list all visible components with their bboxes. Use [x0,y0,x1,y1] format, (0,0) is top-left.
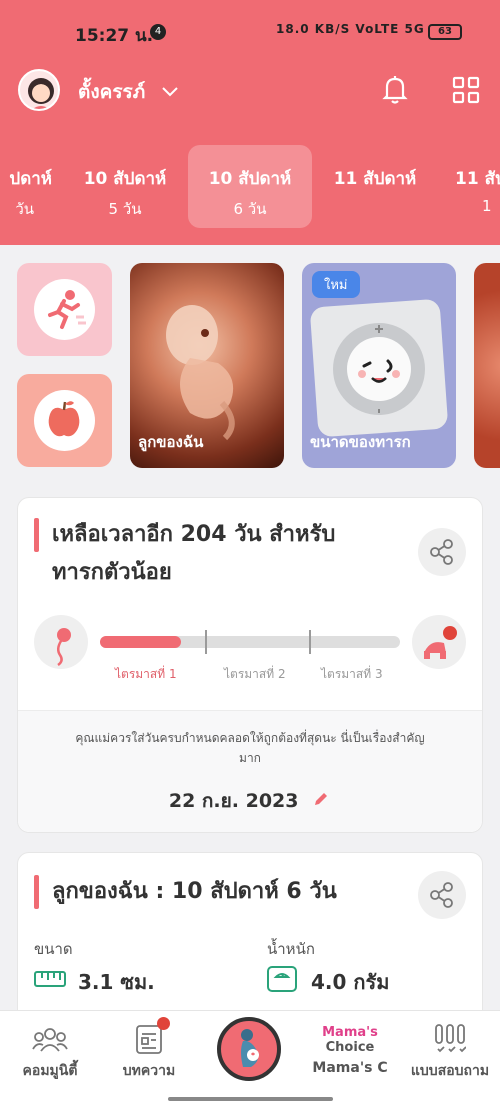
quiz-icon [435,1024,466,1053]
bell-icon[interactable] [378,72,412,106]
status-indicators: 18.0 KB/S VoLTE 5G [276,22,425,36]
pregnant-mother-icon [241,1029,259,1067]
week-tab-label: 10 สัปดาห์ [83,169,167,189]
community-icon [32,1028,68,1052]
share-icon[interactable] [418,528,466,576]
nav-quiz[interactable]: แบบสอบถาม [400,1011,500,1091]
exercise-tile[interactable] [17,263,112,356]
my-baby-label: ลูกของฉัน [138,433,204,451]
countdown-title: เหลือเวลาอีก 204 วัน สำหรับ ทารกตัวน้อย [52,518,335,590]
nav-mamas-choice[interactable]: Mama's Choice Mama's C [300,1011,400,1091]
nutrition-circle [34,390,95,451]
pregnancy-home-button[interactable] [217,1017,281,1081]
trimester-divider [205,630,207,654]
mamas-choice-logo: Mama's Choice [300,1025,400,1055]
unread-dot [157,1017,170,1030]
grid-menu-icon[interactable] [452,76,480,104]
trimester-divider [309,630,311,654]
week-tab[interactable]: ปดาห์ วัน [0,145,62,228]
trimester-1-label: ไตรมาสที่ 1 [115,667,177,681]
card-accent [34,875,39,909]
nav-mamas-choice-label: Mama's C [312,1060,388,1076]
baby-size-tile[interactable]: ใหม่ ขนาดของทารก [302,263,456,468]
pregnancy-progress-bar [100,630,400,654]
pencil-icon[interactable] [311,789,331,814]
running-icon [48,290,86,329]
my-baby-tile[interactable]: ลูกของฉัน [130,263,284,468]
sperm-icon [34,615,88,669]
trimester-3-label: ไตรมาสที่ 3 [321,667,383,681]
new-badge: ใหม่ [312,271,360,298]
baby-info-card: ลูกของฉัน : 10 สัปดาห์ 6 วัน [17,852,483,1032]
status-bar: 15:27 น. 4 18.0 KB/S VoLTE 5G 63 [0,0,500,64]
week-tab[interactable]: 10 สัปดาห์ 5 วัน [63,145,187,228]
due-date[interactable]: 22 ก.ย. 2023 [0,786,500,816]
battery-icon: 63 [428,24,462,40]
due-date-note: คุณแม่ควรใส่วันครบกำหนดคลอดให้ถูกต้องที่… [30,728,470,768]
baby-info-title: ลูกของฉัน : 10 สัปดาห์ 6 วัน [52,879,337,904]
pregnancy-progress-fill [100,636,181,648]
week-tab-days: วัน [15,200,34,218]
week-tab[interactable]: 11 สัป 1 [438,145,500,228]
nav-community[interactable]: คอมมูนิตี้ [0,1011,100,1091]
mamas-choice-logo-line1: Mama's [322,1025,378,1040]
week-tab-label: 11 สัปดาห์ [333,169,417,189]
week-tab[interactable]: 11 สัปดาห์ [313,145,437,228]
countdown-title-line1: เหลือเวลาอีก 204 วัน สำหรับ [52,522,336,547]
card-accent [34,518,39,552]
profile-name[interactable]: ตั้งครรภ์ [78,77,145,107]
week-tab-days: 1 [482,197,492,215]
nav-articles[interactable]: บทความ [100,1011,198,1091]
weight-label: น้ำหนัก [267,940,315,958]
app-header: 15:27 น. 4 18.0 KB/S VoLTE 5G 63 ตั้งครร… [0,0,500,245]
week-tab-days: 6 วัน [233,200,267,218]
trimester-2-label: ไตรมาสที่ 2 [224,667,286,681]
due-date-value: 22 ก.ย. 2023 [168,790,299,812]
nav-articles-label: บทความ [122,1063,176,1079]
ruler-icon [34,970,66,992]
status-time: 15:27 น. [75,26,154,46]
share-icon[interactable] [418,871,466,919]
nav-community-label: คอมมูนิตี้ [22,1063,78,1079]
week-tab-label: 11 สัป [455,169,500,189]
size-value: 3.1 ซม. [78,970,155,994]
weight-value: 4.0 กรัม [311,970,390,994]
nutrition-tile[interactable] [17,374,112,467]
week-selector: ปดาห์ วัน 10 สัปดาห์ 5 วัน 10 สัปดาห์ 6 … [0,145,500,230]
exercise-circle [34,279,95,340]
due-date-note-line1: คุณแม่ควรใส่วันครบกำหนดคลอดให้ถูกต้องที่… [75,731,425,745]
due-date-note-line2: มาก [239,751,261,765]
week-tab-label: 10 สัปดาห์ [208,169,292,189]
countdown-title-line2: ทารกตัวน้อย [52,560,172,585]
apple-icon [48,401,80,437]
home-indicator [168,1097,333,1101]
nav-quiz-label: แบบสอบถาม [410,1063,490,1079]
next-tile[interactable] [474,263,500,468]
avatar[interactable] [18,69,60,111]
week-tab-active[interactable]: 10 สัปดาห์ 6 วัน [188,145,312,228]
notification-count-badge: 4 [150,24,166,40]
chevron-down-icon[interactable] [160,76,180,107]
mamas-choice-logo-line2: Choice [325,1040,375,1055]
scale-icon [267,966,297,996]
week-tab-label: ปดาห์ [9,169,52,189]
baby-crawl-icon [412,615,466,669]
size-label: ขนาด [34,940,73,958]
baby-size-label: ขนาดของทารก [310,433,411,451]
week-tab-days: 5 วัน [108,200,142,218]
